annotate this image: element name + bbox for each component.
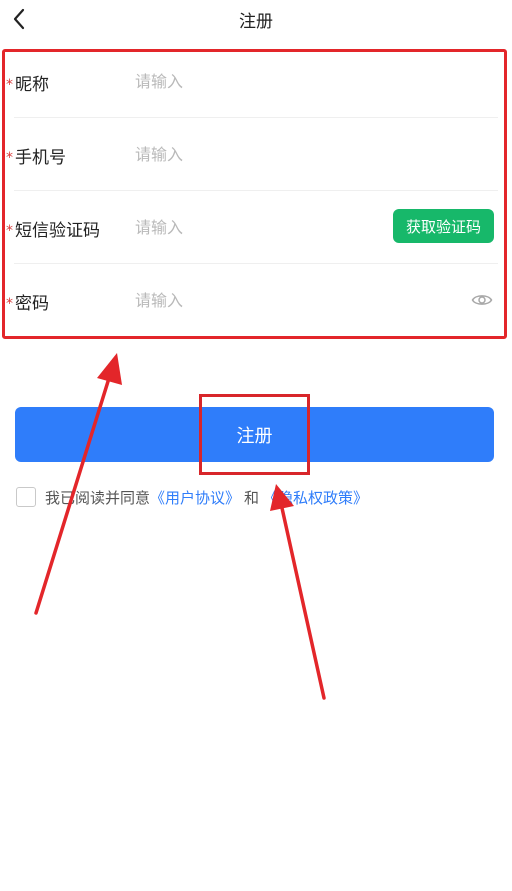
nickname-input[interactable] (135, 67, 365, 95)
privacy-policy-link[interactable]: 《隐私权政策》 (263, 487, 368, 508)
required-mark: * (6, 296, 13, 312)
agreement-conjunction: 和 (244, 488, 260, 507)
phone-input[interactable] (135, 140, 365, 168)
user-agreement-link[interactable]: 《用户协议》 (150, 487, 240, 508)
required-mark: * (6, 150, 13, 166)
sms-code-row: *短信验证码 获取验证码 (0, 191, 512, 264)
get-sms-code-button[interactable]: 获取验证码 (393, 209, 494, 243)
phone-label: 手机号 (15, 148, 66, 168)
nickname-label: 昵称 (15, 75, 49, 95)
agreement-checkbox[interactable] (16, 487, 36, 507)
sms-code-label: 短信验证码 (15, 221, 100, 241)
password-visibility-toggle[interactable] (471, 292, 493, 308)
password-row: * 密码 (0, 264, 512, 337)
agreement-row: 我已阅读并同意 《用户协议》 和 《隐私权政策》 (16, 485, 368, 509)
nav-bar: 注册 (0, 0, 512, 40)
phone-row: * 手机号 (0, 118, 512, 191)
password-label: 密码 (15, 294, 49, 314)
password-input[interactable] (135, 286, 435, 314)
required-mark: * (6, 223, 13, 239)
register-form: *昵称 *手机号 *短信验证码 获取验证码 *密码 (0, 45, 512, 337)
nickname-row: * 昵称 (0, 45, 512, 118)
eye-icon (471, 295, 493, 305)
arrow-to-form (34, 353, 122, 615)
sms-code-input[interactable] (135, 213, 375, 241)
arrow-to-register-button (270, 484, 326, 700)
agreement-prefix: 我已阅读并同意 (45, 488, 151, 507)
register-button[interactable]: 注册 (15, 407, 494, 462)
required-mark: * (6, 77, 13, 93)
page-title: 注册 (239, 12, 273, 32)
